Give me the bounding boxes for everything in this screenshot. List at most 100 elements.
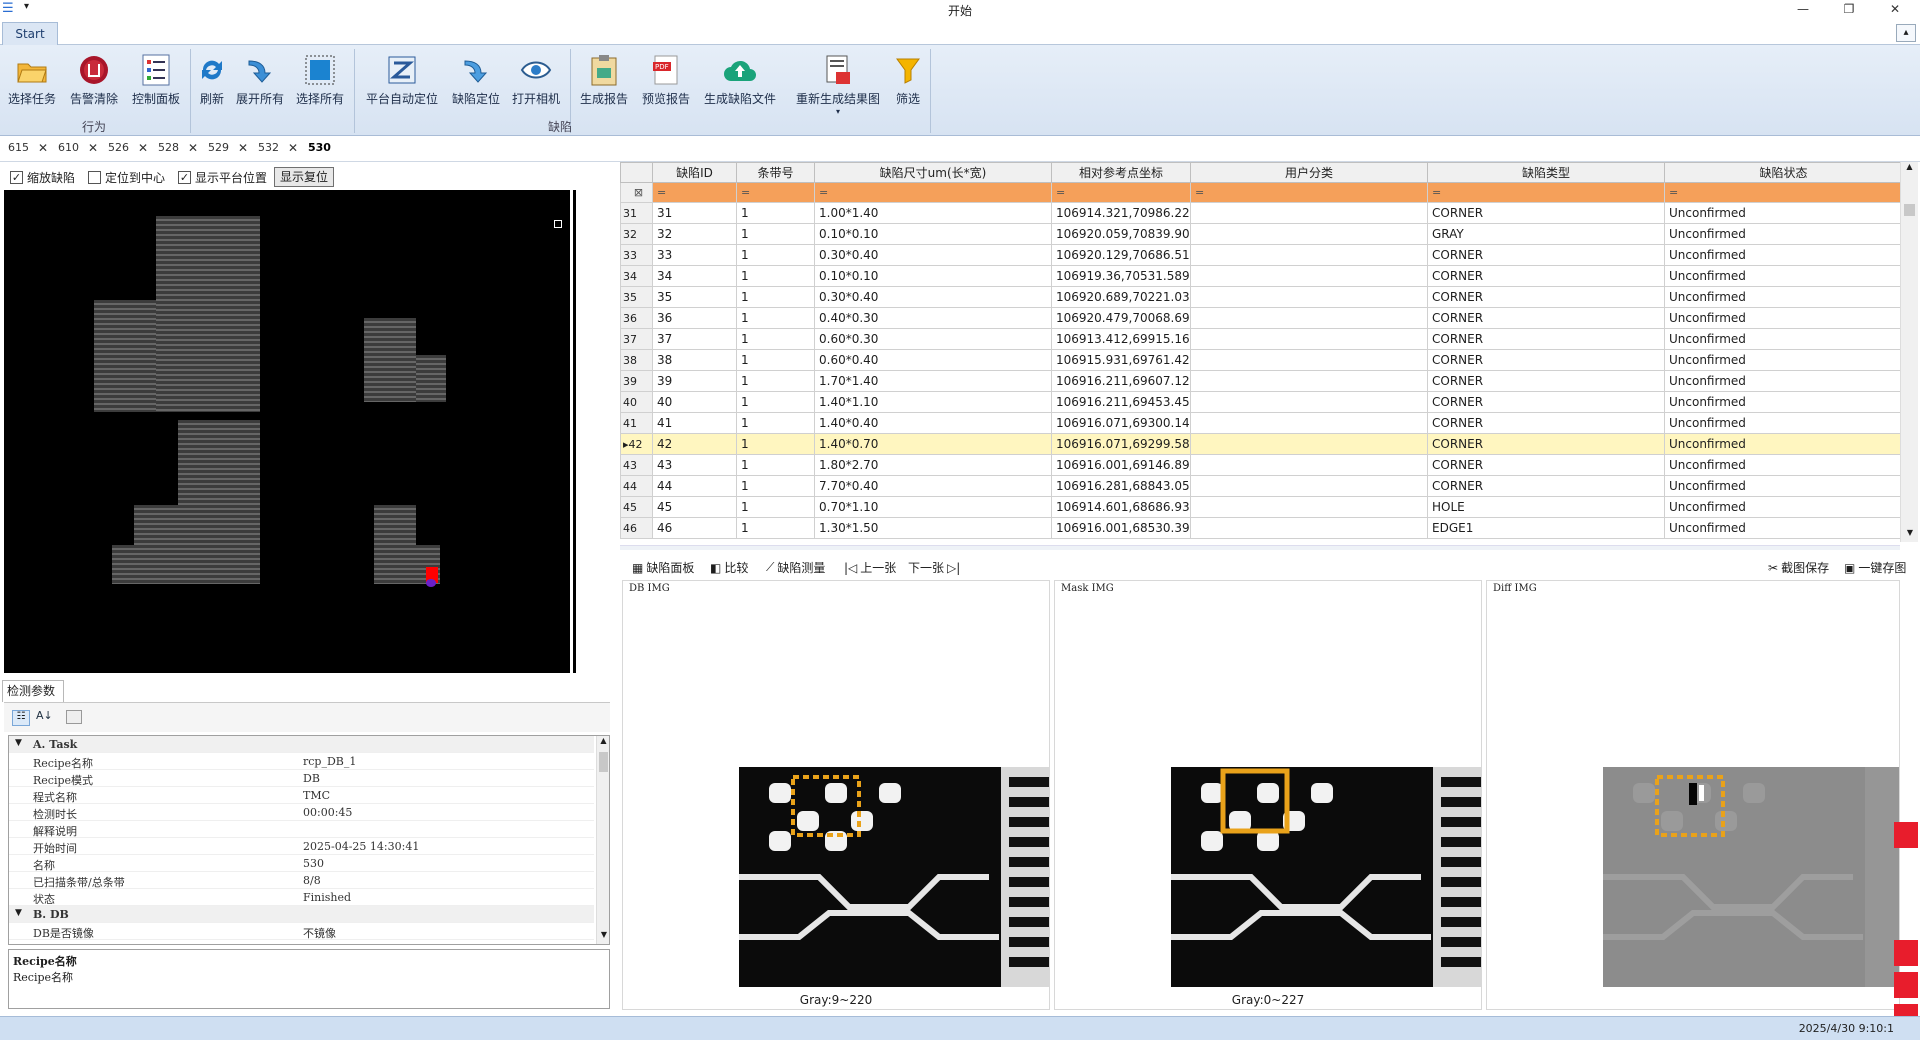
table-cell[interactable]: 106916.211,69453.459 bbox=[1051, 391, 1191, 413]
table-cell[interactable]: 0.60*0.40 bbox=[814, 349, 1052, 371]
property-scrollbar[interactable]: ▲ ▼ bbox=[596, 736, 609, 944]
table-cell[interactable] bbox=[1190, 496, 1428, 518]
table-cell[interactable]: GRAY bbox=[1427, 223, 1665, 245]
row-header[interactable]: ▸42 bbox=[620, 433, 653, 455]
prev-image-button[interactable]: |◁ 上一张 bbox=[844, 559, 896, 576]
side-flag-icon[interactable] bbox=[1894, 972, 1918, 998]
regenerate-result-image-button[interactable]: 重新生成结果图 ▾ bbox=[790, 49, 886, 116]
column-header[interactable]: 缺陷类型 bbox=[1427, 162, 1665, 183]
defect-table[interactable]: 缺陷ID 条带号 缺陷尺寸um(长*宽) 相对参考点坐标 用户分类 缺陷类型 缺… bbox=[620, 162, 1920, 540]
table-cell[interactable]: 1 bbox=[736, 370, 815, 392]
table-cell[interactable]: 1 bbox=[736, 349, 815, 371]
table-cell[interactable]: 1.70*1.40 bbox=[814, 370, 1052, 392]
table-cell[interactable]: Unconfirmed bbox=[1664, 202, 1903, 224]
table-row[interactable]: ▸42 42 1 1.40*0.70 106916.071,69299.58 CORNER… bbox=[620, 433, 1903, 455]
column-header[interactable]: 条带号 bbox=[736, 162, 815, 183]
close-tab-icon[interactable]: ✕ bbox=[238, 141, 248, 155]
property-grid[interactable]: ▼ A. Task Recipe名称 rcp_DB_1 Recipe模式 DB 程式名… bbox=[8, 735, 610, 945]
splitter[interactable] bbox=[620, 545, 1900, 550]
table-cell[interactable]: 1 bbox=[736, 391, 815, 413]
table-row[interactable]: 45 45 1 0.70*1.10 106914.601,68686.934 HOLE Un… bbox=[620, 496, 1903, 518]
row-header[interactable]: 45 bbox=[620, 496, 653, 518]
row-header[interactable]: 44 bbox=[620, 475, 653, 497]
tab-detection-params[interactable]: 检测参数 bbox=[2, 680, 64, 702]
table-cell[interactable]: 106920.129,70686.518 bbox=[1051, 244, 1191, 266]
table-row[interactable]: 37 37 1 0.60*0.30 106913.412,69915.165 CORNER… bbox=[620, 328, 1903, 350]
mask-image-panel[interactable]: Mask IMG Gray:0~227 bbox=[1054, 580, 1482, 1010]
table-cell[interactable]: Unconfirmed bbox=[1664, 496, 1903, 518]
column-header[interactable]: 用户分类 bbox=[1190, 162, 1428, 183]
filter-cell[interactable]: = bbox=[652, 182, 737, 203]
table-cell[interactable]: 0.30*0.40 bbox=[814, 286, 1052, 308]
table-cell[interactable]: 46 bbox=[652, 517, 737, 539]
row-header[interactable]: 33 bbox=[620, 244, 653, 266]
generate-report-button[interactable]: 生成报告 bbox=[576, 49, 632, 115]
table-cell[interactable]: 106916.071,69299.58 bbox=[1051, 433, 1191, 455]
table-cell[interactable]: 106916.211,69607.128 bbox=[1051, 370, 1191, 392]
show-reset-button[interactable]: 显示复位 bbox=[274, 167, 334, 187]
refresh-button[interactable]: 刷新 bbox=[194, 49, 230, 115]
table-row[interactable]: 44 44 1 7.70*0.40 106916.281,68843.052 CORNER… bbox=[620, 475, 1903, 497]
close-tab-icon[interactable]: ✕ bbox=[288, 141, 298, 155]
auto-locate-button[interactable]: 平台自动定位 bbox=[360, 49, 444, 115]
collapse-icon[interactable]: ▼ bbox=[15, 908, 22, 918]
doc-tab[interactable]: 610 ✕ bbox=[58, 141, 98, 159]
defect-measure-button[interactable]: ⟋ 缺陷测量 bbox=[766, 559, 825, 576]
table-row[interactable]: 38 38 1 0.60*0.40 106915.931,69761.426 CORNER… bbox=[620, 349, 1903, 371]
property-row[interactable]: DB是否镜像 不镜像 bbox=[9, 923, 594, 940]
close-tab-icon[interactable]: ✕ bbox=[88, 141, 98, 155]
table-row[interactable]: 46 46 1 1.30*1.50 106916.001,68530.397 EDGE1 U… bbox=[620, 517, 1903, 539]
table-cell[interactable]: 106914.601,68686.934 bbox=[1051, 496, 1191, 518]
table-cell[interactable]: Unconfirmed bbox=[1664, 223, 1903, 245]
row-header[interactable]: 46 bbox=[620, 517, 653, 539]
alarm-clear-button[interactable]: 告警清除 bbox=[66, 49, 122, 115]
property-row[interactable]: Recipe名称 rcp_DB_1 bbox=[9, 753, 594, 770]
table-cell[interactable]: 1 bbox=[736, 265, 815, 287]
table-cell[interactable]: CORNER bbox=[1427, 265, 1665, 287]
doc-tab[interactable]: 526 ✕ bbox=[108, 141, 148, 159]
table-cell[interactable]: 38 bbox=[652, 349, 737, 371]
screenshot-save-button[interactable]: ✂ 截图保存 bbox=[1768, 559, 1829, 576]
filter-clear-icon[interactable]: ⊠ bbox=[620, 182, 653, 203]
table-row[interactable]: 32 32 1 0.10*0.10 106920.059,70839.907 GRAY Un… bbox=[620, 223, 1903, 245]
row-header[interactable]: 35 bbox=[620, 286, 653, 308]
scroll-thumb[interactable] bbox=[599, 752, 608, 772]
table-cell[interactable] bbox=[1190, 286, 1428, 308]
next-image-button[interactable]: 下一张 ▷| bbox=[908, 559, 960, 576]
table-cell[interactable]: CORNER bbox=[1427, 307, 1665, 329]
defect-locate-button[interactable]: 缺陷定位 bbox=[448, 49, 504, 115]
db-image[interactable] bbox=[739, 767, 1049, 987]
ribbon-collapse-icon[interactable]: ▴ bbox=[1896, 24, 1916, 42]
doc-tab[interactable]: 528 ✕ bbox=[158, 141, 198, 159]
table-cell[interactable]: Unconfirmed bbox=[1664, 454, 1903, 476]
table-cell[interactable]: 106916.001,68530.397 bbox=[1051, 517, 1191, 539]
property-row[interactable]: 解释说明 bbox=[9, 821, 594, 838]
filter-cell[interactable]: = bbox=[736, 182, 815, 203]
doc-tab-active[interactable]: 530 bbox=[308, 141, 331, 159]
filter-cell[interactable]: = bbox=[814, 182, 1052, 203]
filter-button[interactable]: 筛选 bbox=[888, 49, 928, 115]
row-header[interactable]: 31 bbox=[620, 202, 653, 224]
table-cell[interactable] bbox=[1190, 265, 1428, 287]
table-cell[interactable]: 33 bbox=[652, 244, 737, 266]
row-header[interactable]: 34 bbox=[620, 265, 653, 287]
table-cell[interactable]: 1 bbox=[736, 307, 815, 329]
table-cell[interactable]: 0.60*0.30 bbox=[814, 328, 1052, 350]
table-cell[interactable]: 1.40*1.10 bbox=[814, 391, 1052, 413]
table-cell[interactable]: 106919.36,70531.589 bbox=[1051, 265, 1191, 287]
table-cell[interactable]: 1 bbox=[736, 223, 815, 245]
table-cell[interactable]: CORNER bbox=[1427, 328, 1665, 350]
defect-panel-button[interactable]: ▦ 缺陷面板 bbox=[632, 559, 694, 576]
row-header[interactable]: 43 bbox=[620, 454, 653, 476]
table-cell[interactable]: 41 bbox=[652, 412, 737, 434]
table-cell[interactable]: CORNER bbox=[1427, 349, 1665, 371]
table-cell[interactable]: 0.40*0.30 bbox=[814, 307, 1052, 329]
table-cell[interactable]: 1 bbox=[736, 202, 815, 224]
property-pages-icon[interactable] bbox=[66, 710, 82, 724]
table-cell[interactable]: Unconfirmed bbox=[1664, 370, 1903, 392]
table-cell[interactable]: CORNER bbox=[1427, 370, 1665, 392]
zoom-defect-checkbox[interactable]: ✓ 缩放缺陷 bbox=[10, 169, 75, 186]
table-cell[interactable]: 0.30*0.40 bbox=[814, 244, 1052, 266]
row-header[interactable]: 36 bbox=[620, 307, 653, 329]
doc-tab[interactable]: 615 ✕ bbox=[8, 141, 48, 159]
